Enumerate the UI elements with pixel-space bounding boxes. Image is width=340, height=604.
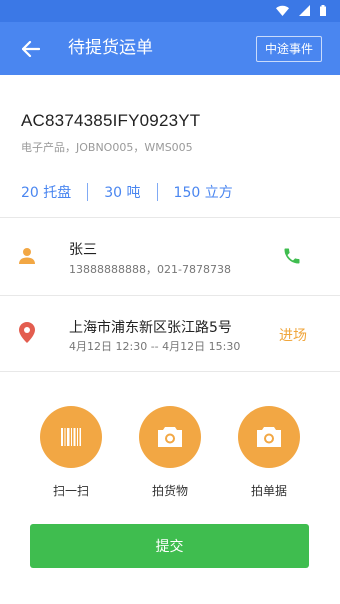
time-separator: -- bbox=[150, 340, 159, 353]
start-date: 4月12日 bbox=[69, 340, 112, 353]
barcode-icon bbox=[61, 428, 81, 446]
weight-tons: 30 吨 bbox=[104, 185, 141, 201]
cargo-stats: 20 托盘 30 吨 150 立方 bbox=[21, 182, 233, 202]
pickup-address: 上海市浦东新区张江路5号 bbox=[69, 320, 232, 336]
wifi-icon bbox=[276, 5, 289, 16]
action-buttons: 扫一扫 拍货物 拍单据 bbox=[0, 406, 340, 502]
midway-event-button[interactable]: 中途事件 bbox=[255, 36, 322, 62]
contact-phones: 13888888888，021-7878738 bbox=[69, 263, 231, 276]
signal-icon bbox=[299, 5, 310, 16]
photo-receipt-button[interactable]: 拍单据 bbox=[229, 406, 309, 499]
person-icon bbox=[19, 248, 35, 264]
camera-icon bbox=[158, 427, 182, 447]
submit-button[interactable]: 提交 bbox=[30, 524, 309, 568]
photo-goods-button[interactable]: 拍货物 bbox=[130, 406, 210, 499]
phone-icon[interactable] bbox=[282, 246, 302, 266]
app-bar: 待提货运单 中途事件 bbox=[0, 22, 340, 75]
contact-name: 张三 bbox=[69, 242, 97, 258]
scan-label: 扫一扫 bbox=[52, 484, 89, 498]
end-date: 4月12日 bbox=[162, 340, 206, 353]
camera-icon bbox=[257, 427, 281, 447]
status-bar bbox=[0, 0, 340, 22]
photo-receipt-label: 拍单据 bbox=[250, 484, 287, 498]
pallet-count: 20 托盘 bbox=[21, 185, 72, 201]
divider bbox=[156, 183, 158, 201]
pickup-time-range: 4月12日 12:30 -- 4月12日 15:30 bbox=[69, 338, 240, 354]
photo-goods-circle bbox=[139, 406, 201, 468]
photo-receipt-circle bbox=[238, 406, 300, 468]
volume-cubic: 150 立方 bbox=[173, 185, 233, 201]
back-button[interactable] bbox=[18, 36, 44, 62]
order-info: AC8374385IFY0923YT 电子产品，JOBNO005，WMS005 … bbox=[0, 75, 340, 218]
start-time: 12:30 bbox=[115, 340, 148, 353]
order-description: 电子产品，JOBNO005，WMS005 bbox=[21, 141, 193, 154]
contact-row: 张三 13888888888，021-7878738 bbox=[0, 218, 340, 296]
location-pin-icon bbox=[19, 322, 35, 343]
scan-circle bbox=[40, 406, 102, 468]
address-row: 上海市浦东新区张江路5号 4月12日 12:30 -- 4月12日 15:30 … bbox=[0, 296, 340, 372]
page-title: 待提货运单 bbox=[68, 38, 153, 58]
battery-icon bbox=[320, 5, 326, 16]
scan-button[interactable]: 扫一扫 bbox=[31, 406, 111, 499]
arrow-left-icon bbox=[22, 41, 40, 57]
enter-site-button[interactable]: 进场 bbox=[279, 325, 307, 345]
status-icons bbox=[276, 5, 326, 16]
divider bbox=[87, 183, 89, 201]
photo-goods-label: 拍货物 bbox=[151, 484, 188, 498]
end-time: 15:30 bbox=[208, 340, 241, 353]
order-number: AC8374385IFY0923YT bbox=[21, 111, 201, 130]
